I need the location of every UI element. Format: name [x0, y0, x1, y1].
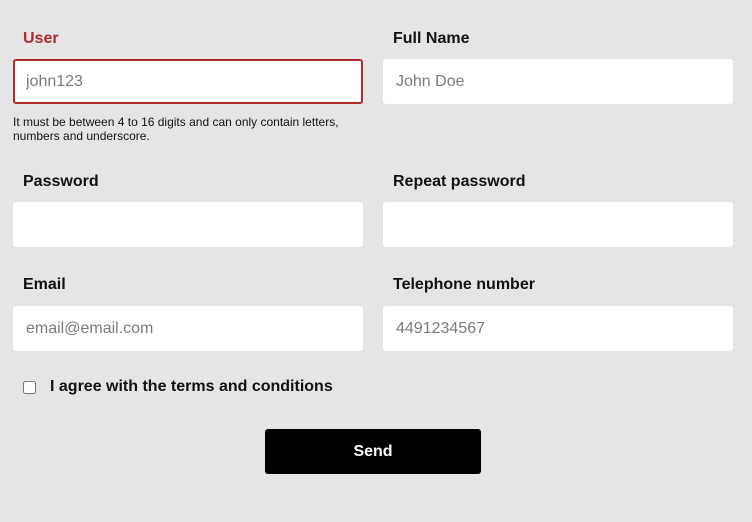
full-name-label: Full Name [393, 30, 470, 47]
terms-label: I agree with the terms and conditions [50, 378, 333, 395]
repeat-password-input[interactable] [383, 202, 733, 247]
password-field-group: Password [13, 172, 363, 247]
password-label: Password [23, 173, 99, 190]
repeat-password-label: Repeat password [393, 173, 526, 190]
telephone-field-group: Telephone number [383, 275, 733, 351]
email-label: Email [23, 276, 66, 293]
user-validation-message: It must be between 4 to 16 digits and ca… [13, 115, 339, 143]
email-field-group: Email [13, 275, 363, 351]
user-field-group: User It must be between 4 to 16 digits a… [13, 29, 363, 143]
repeat-password-field-group: Repeat password [383, 172, 733, 247]
telephone-input[interactable] [383, 306, 733, 351]
full-name-input[interactable] [383, 59, 733, 104]
telephone-label: Telephone number [393, 276, 535, 293]
full-name-field-group: Full Name [383, 29, 733, 104]
terms-checkbox[interactable] [23, 380, 36, 394]
terms-row[interactable]: I agree with the terms and conditions [23, 378, 333, 396]
user-input[interactable] [13, 59, 363, 104]
password-input[interactable] [13, 202, 363, 247]
email-input[interactable] [13, 306, 363, 351]
user-label: User [23, 30, 59, 47]
send-button[interactable]: Send [265, 429, 481, 474]
